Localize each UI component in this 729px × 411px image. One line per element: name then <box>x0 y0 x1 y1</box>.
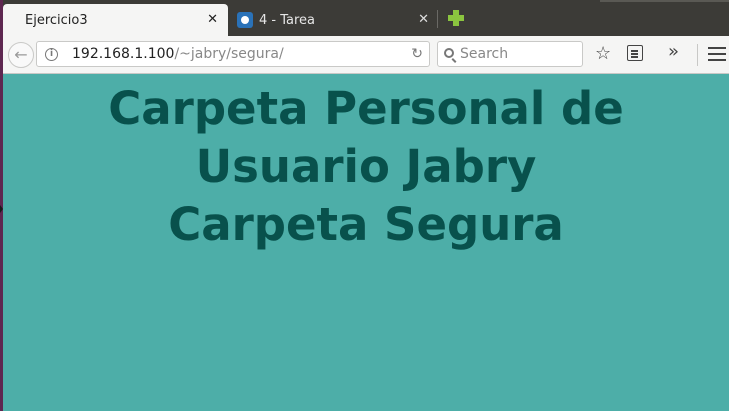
search-bar[interactable] <box>437 41 583 67</box>
back-icon[interactable]: ← <box>8 42 34 68</box>
tab-close-icon[interactable]: ✕ <box>207 12 218 28</box>
url-text[interactable]: 192.168.1.100/~jabry/segura/ <box>72 46 284 62</box>
bookmark-star-icon[interactable]: ☆ <box>595 44 611 64</box>
url-path: /~jabry/segura/ <box>174 46 284 62</box>
favicon-icon <box>237 12 253 28</box>
url-host: 192.168.1.100 <box>72 46 175 62</box>
window-edge <box>600 0 729 2</box>
desktop-edge-marker <box>0 205 3 213</box>
toolbar-separator <box>697 44 698 66</box>
reader-view-icon[interactable] <box>627 45 643 61</box>
page-content: Carpeta Personal de Usuario Jabry Carpet… <box>3 75 729 411</box>
search-icon <box>444 48 454 58</box>
heading-line: Usuario Jabry <box>195 140 537 193</box>
hamburger-menu-icon[interactable] <box>708 47 726 61</box>
tab-ejercicio3[interactable]: Ejercicio3 ✕ <box>3 4 228 36</box>
tab-separator <box>437 10 438 28</box>
heading-line: Carpeta Segura <box>168 198 564 251</box>
search-input[interactable] <box>460 45 578 63</box>
tab-strip: Ejercicio3 ✕ 4 - Tarea ✕ <box>0 0 729 36</box>
page-heading: Carpeta Personal de Usuario Jabry Carpet… <box>3 80 729 254</box>
info-icon[interactable]: i <box>45 48 58 61</box>
reload-icon[interactable]: ↻ <box>411 46 423 62</box>
tab-close-icon[interactable]: ✕ <box>418 12 429 28</box>
tab-tarea[interactable]: 4 - Tarea ✕ <box>233 4 433 36</box>
overflow-chevron-icon[interactable]: » <box>668 42 679 62</box>
heading-line: Carpeta Personal de <box>108 82 624 135</box>
url-bar[interactable]: i 192.168.1.100/~jabry/segura/ ↻ <box>36 41 430 67</box>
tab-title: Ejercicio3 <box>25 12 88 28</box>
new-tab-plus-icon[interactable] <box>447 9 465 27</box>
tab-title: 4 - Tarea <box>259 12 316 28</box>
navigation-toolbar: ← i 192.168.1.100/~jabry/segura/ ↻ ☆ » <box>0 36 729 74</box>
